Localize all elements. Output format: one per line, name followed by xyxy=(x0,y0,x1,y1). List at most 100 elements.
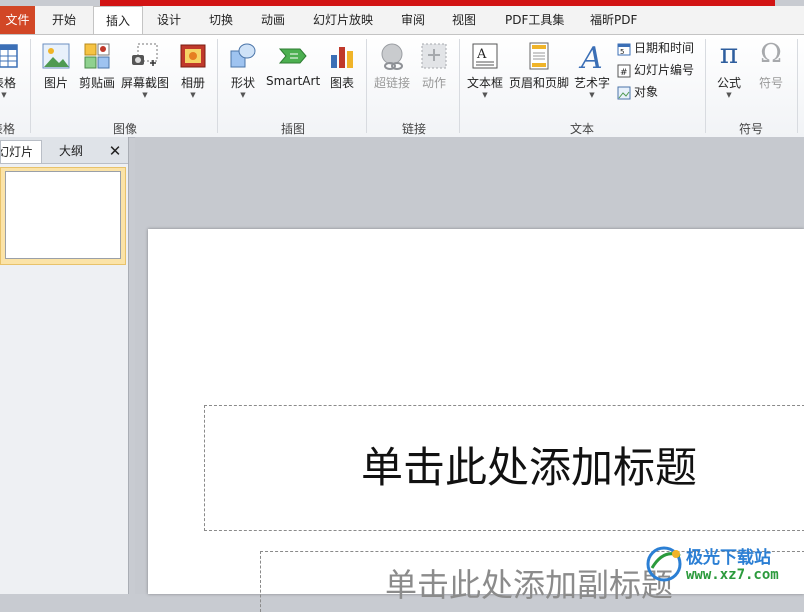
group-label-symbols: 符号 xyxy=(738,122,763,136)
clipart-button[interactable]: 剪贴画 xyxy=(78,41,116,91)
tab-design[interactable]: 设计 xyxy=(157,6,181,34)
dropdown-arrow-icon: ▼ xyxy=(190,91,196,99)
slide-number-label: 幻灯片编号 xyxy=(634,63,695,77)
picture-icon xyxy=(42,43,70,69)
object-icon xyxy=(617,86,631,99)
group-label-illustrations: 插图 xyxy=(280,122,305,136)
tab-slideshow[interactable]: 幻灯片放映 xyxy=(313,6,373,34)
date-time-button[interactable]: 5 日期和时间 xyxy=(617,38,694,58)
equation-button[interactable]: π 公式 ▼ xyxy=(712,37,746,99)
photo-album-icon xyxy=(180,44,206,68)
dropdown-arrow-icon: ▼ xyxy=(1,91,7,99)
watermark: 极光下载站 www.xz7.com xyxy=(646,540,802,590)
calendar-icon: 5 xyxy=(617,43,631,56)
shapes-label: 形状 xyxy=(230,76,255,90)
svg-text:#: # xyxy=(620,68,628,78)
watermark-url: www.xz7.com xyxy=(686,567,779,583)
screenshot-label: 屏幕截图 xyxy=(121,76,170,90)
shapes-icon xyxy=(230,43,256,68)
tab-slides[interactable]: 幻灯片 xyxy=(0,140,42,163)
group-label-links: 链接 xyxy=(401,122,426,136)
textbox-button[interactable]: A 文本框 ▼ xyxy=(465,41,505,99)
slides-panel: 幻灯片 大纲 ✕ xyxy=(0,137,129,594)
tab-animations[interactable]: 动画 xyxy=(261,6,285,34)
tab-transitions[interactable]: 切换 xyxy=(209,6,233,34)
svg-text:A: A xyxy=(578,41,603,71)
slide-thumbnail-selected[interactable] xyxy=(0,167,126,265)
object-button[interactable]: 对象 xyxy=(617,82,658,102)
ribbon-tab-bar: 文件 开始 插入 设计 切换 动画 幻灯片放映 审阅 视图 PDF工具集 福昕P… xyxy=(0,6,804,36)
dropdown-arrow-icon: ▼ xyxy=(240,91,246,99)
clipart-icon xyxy=(84,43,110,69)
group-divider xyxy=(797,39,798,133)
tab-foxit-pdf[interactable]: 福昕PDF xyxy=(590,6,637,34)
pi-icon: π xyxy=(719,37,739,70)
group-label-table: 表格 xyxy=(0,122,15,136)
group-divider xyxy=(705,39,706,133)
group-divider xyxy=(30,39,31,133)
close-icon[interactable]: ✕ xyxy=(106,140,124,162)
wordart-button[interactable]: A 艺术字 ▼ xyxy=(573,41,611,99)
tab-home[interactable]: 开始 xyxy=(52,6,76,34)
symbol-label: 符号 xyxy=(758,76,783,90)
symbol-button[interactable]: Ω 符号 xyxy=(754,37,788,91)
tab-pdf-tools[interactable]: PDF工具集 xyxy=(505,6,564,34)
slide-number-icon: # xyxy=(617,64,631,78)
table-label: 表格 xyxy=(0,76,16,90)
wordart-label: 艺术字 xyxy=(573,76,610,90)
title-placeholder-text: 单击此处添加标题 xyxy=(360,443,697,492)
title-placeholder[interactable]: 单击此处添加标题 xyxy=(204,405,804,531)
slide-number-button[interactable]: # 幻灯片编号 xyxy=(617,60,694,80)
chart-label: 图表 xyxy=(329,76,354,90)
action-button[interactable]: 动作 xyxy=(418,41,450,91)
group-divider xyxy=(366,39,367,133)
table-icon xyxy=(0,44,18,68)
chart-icon xyxy=(331,47,353,68)
dropdown-arrow-icon: ▼ xyxy=(142,91,148,99)
header-footer-icon xyxy=(529,42,549,70)
header-footer-button[interactable]: 页眉和页脚 xyxy=(509,41,569,91)
tab-insert[interactable]: 插入 xyxy=(93,6,143,36)
photo-album-label: 相册 xyxy=(180,76,205,90)
photo-album-button[interactable]: 相册 ▼ xyxy=(177,41,209,99)
table-button[interactable]: 表格 ▼ xyxy=(0,41,20,99)
smartart-button[interactable]: SmartArt xyxy=(266,41,320,88)
panel-tabs: 幻灯片 大纲 ✕ xyxy=(0,137,128,164)
tab-view[interactable]: 视图 xyxy=(452,6,476,34)
group-divider xyxy=(217,39,218,133)
hyperlink-button[interactable]: 超链接 xyxy=(372,41,412,91)
hyperlink-icon xyxy=(381,43,403,70)
ribbon: 表格 ▼ 表格 图片 剪贴画 屏幕截图 ▼ xyxy=(0,34,804,138)
smartart-label: SmartArt xyxy=(266,74,321,88)
dropdown-arrow-icon: ▼ xyxy=(482,91,488,99)
chart-button[interactable]: 图表 xyxy=(326,41,358,91)
picture-button[interactable]: 图片 xyxy=(40,41,72,91)
equation-label: 公式 xyxy=(716,76,741,90)
dropdown-arrow-icon: ▼ xyxy=(726,91,732,99)
tab-outline[interactable]: 大纲 xyxy=(46,140,96,162)
shapes-button[interactable]: 形状 ▼ xyxy=(227,41,259,99)
header-footer-label: 页眉和页脚 xyxy=(509,76,570,90)
group-label-text: 文本 xyxy=(569,122,594,136)
watermark-name: 极光下载站 xyxy=(686,548,771,568)
slide-thumbnail xyxy=(5,171,121,259)
svg-text:A: A xyxy=(476,47,487,62)
dropdown-arrow-icon: ▼ xyxy=(589,91,595,99)
screenshot-icon xyxy=(132,43,158,66)
object-label: 对象 xyxy=(634,85,659,99)
action-icon xyxy=(421,43,447,69)
group-divider xyxy=(459,39,460,133)
watermark-logo-icon xyxy=(646,546,682,582)
clipart-label: 剪贴画 xyxy=(78,76,115,90)
smartart-icon xyxy=(278,48,307,64)
screenshot-button[interactable]: 屏幕截图 ▼ xyxy=(121,41,169,99)
date-time-label: 日期和时间 xyxy=(634,41,695,55)
action-label: 动作 xyxy=(421,76,446,90)
tab-file[interactable]: 文件 xyxy=(0,6,35,34)
svg-text:5: 5 xyxy=(620,48,624,56)
group-label-images: 图像 xyxy=(112,122,137,136)
textbox-icon: A xyxy=(472,43,498,69)
hyperlink-label: 超链接 xyxy=(373,76,410,90)
picture-label: 图片 xyxy=(43,76,68,90)
tab-review[interactable]: 审阅 xyxy=(401,6,425,34)
